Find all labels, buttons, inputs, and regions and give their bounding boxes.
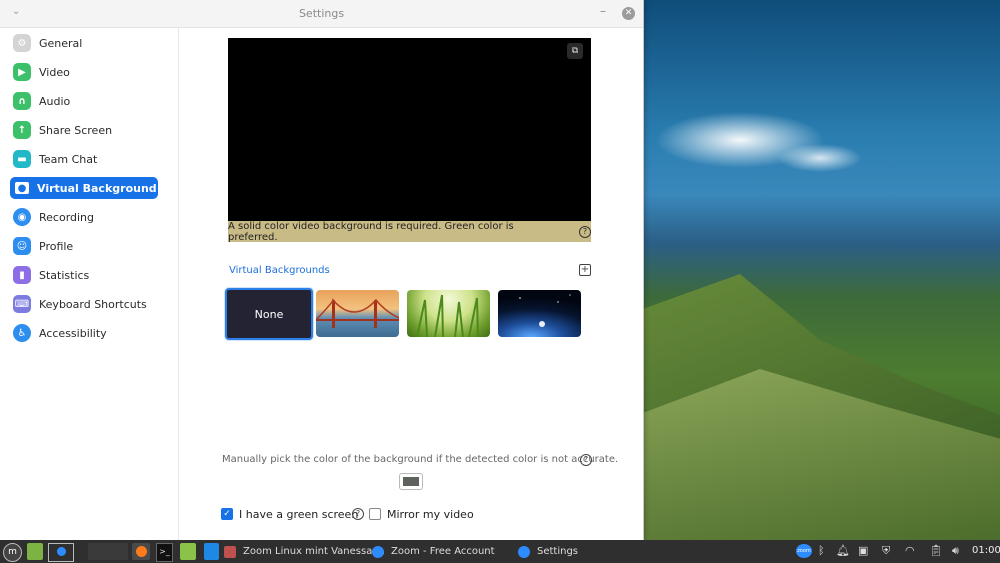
video-preview: ⧉	[228, 38, 591, 221]
background-golden-gate[interactable]	[316, 290, 399, 337]
bluetooth-icon[interactable]: ᛒ	[818, 544, 825, 559]
sidebar-item-team-chat[interactable]: ▬ Team Chat	[10, 148, 158, 170]
sidebar-item-accessibility[interactable]: ♿ Accessibility	[10, 322, 158, 344]
taskbar-app-label: Settings	[537, 546, 579, 557]
taskbar-app-zoom-meeting[interactable]: Zoom Linux mint Vanessa ...	[224, 543, 385, 560]
switch-camera-icon[interactable]: ⧉	[567, 43, 583, 59]
headphones-icon: ∩	[13, 92, 31, 110]
notice-text: A solid color video background is requir…	[228, 220, 514, 243]
accessibility-icon: ♿	[13, 324, 31, 342]
firefox-launcher[interactable]	[132, 543, 150, 560]
zoom-icon	[372, 545, 384, 558]
notification-bell-icon[interactable]: 🔔︎	[836, 544, 850, 559]
settings-sidebar: ⚙ General ▶ Video ∩ Audio ↑ Share Screen…	[0, 28, 179, 540]
green-screen-checkbox[interactable]: ✓	[221, 508, 233, 520]
files-icon[interactable]	[180, 543, 196, 560]
sidebar-item-share-screen[interactable]: ↑ Share Screen	[10, 119, 158, 141]
taskbar-app-settings[interactable]: Settings	[518, 543, 578, 560]
bridge-image	[316, 298, 399, 328]
sidebar-item-keyboard-shortcuts[interactable]: ⌨ Keyboard Shortcuts	[10, 293, 158, 315]
background-none-label: None	[254, 307, 284, 321]
grass-image	[416, 294, 479, 337]
sidebar-item-label: Recording	[39, 210, 95, 224]
workspace-area[interactable]	[88, 543, 128, 560]
mirror-video-checkbox[interactable]	[369, 508, 381, 520]
text-editor-icon[interactable]	[204, 543, 219, 560]
help-icon[interactable]: ?	[352, 508, 364, 520]
background-color-picker[interactable]	[399, 473, 423, 490]
sidebar-item-label: General	[39, 36, 83, 50]
gear-icon: ⚙	[13, 34, 31, 52]
settings-content: ⧉ A solid color video background is requ…	[179, 28, 643, 540]
sidebar-item-label: Share Screen	[39, 123, 113, 137]
title-bar: ⌄ Settings – ✕	[0, 0, 643, 28]
add-background-button[interactable]: +	[579, 264, 591, 276]
virtual-backgrounds-label: Virtual Backgrounds	[229, 265, 330, 276]
taskbar-app-zoom[interactable]: Zoom - Free Account	[372, 543, 495, 560]
mint-menu-icon[interactable]: m	[3, 543, 22, 562]
zoom-tray-icon[interactable]: zoom	[796, 544, 812, 558]
picked-color-swatch	[403, 477, 419, 486]
firefox-icon	[135, 546, 147, 557]
background-none[interactable]: None	[225, 288, 313, 340]
sidebar-item-label: Keyboard Shortcuts	[39, 297, 147, 311]
wifi-icon[interactable]: ◠	[905, 544, 915, 559]
background-grass[interactable]	[407, 290, 490, 337]
taskbar-app-label: Zoom Linux mint Vanessa ...	[243, 546, 386, 557]
workspace-switcher[interactable]	[48, 543, 74, 562]
sidebar-item-label: Video	[39, 65, 70, 79]
sidebar-item-audio[interactable]: ∩ Audio	[10, 90, 158, 112]
update-manager-icon[interactable]: ▣	[858, 544, 868, 559]
window-icon	[224, 545, 236, 558]
person-icon: ☺	[13, 237, 31, 255]
shield-icon[interactable]: ⛨	[882, 544, 890, 559]
earth-image	[519, 294, 571, 327]
sidebar-item-profile[interactable]: ☺ Profile	[10, 235, 158, 257]
zoom-icon	[56, 547, 66, 556]
settings-window: ⌄ Settings – ✕ ⚙ General ▶ Video ∩ Audio…	[0, 0, 644, 540]
help-icon[interactable]: ?	[579, 225, 591, 238]
clock[interactable]: 01:00	[972, 545, 1000, 556]
volume-icon[interactable]: 🔊︎	[952, 544, 959, 559]
terminal-icon[interactable]: >_	[156, 543, 173, 562]
zoom-icon	[518, 545, 530, 558]
sidebar-item-video[interactable]: ▶ Video	[10, 61, 158, 83]
manual-pick-text: Manually pick the color of the backgroun…	[222, 454, 619, 465]
taskbar-app-label: Zoom - Free Account	[391, 546, 495, 557]
sidebar-item-label: Accessibility	[39, 326, 107, 340]
mirror-video-label: Mirror my video	[387, 508, 474, 521]
minimize-button[interactable]: –	[600, 4, 606, 18]
window-title: Settings	[298, 7, 345, 20]
green-screen-notice: A solid color video background is requir…	[228, 220, 591, 243]
sidebar-item-virtual-background[interactable]: ● Virtual Background	[10, 177, 158, 199]
bar-chart-icon: ▮	[13, 266, 31, 284]
sidebar-item-statistics[interactable]: ▮ Statistics	[10, 264, 158, 286]
share-screen-icon: ↑	[13, 121, 31, 139]
close-button[interactable]: ✕	[622, 7, 635, 20]
sidebar-item-label: Virtual Background	[37, 181, 157, 195]
sidebar-item-recording[interactable]: ◉ Recording	[10, 206, 158, 228]
person-card-icon: ●	[15, 182, 29, 194]
keyboard-icon: ⌨	[13, 295, 31, 313]
video-camera-icon: ▶	[13, 63, 31, 81]
sidebar-item-label: Statistics	[39, 268, 90, 282]
clipboard-icon[interactable]: 📋︎	[929, 544, 943, 559]
background-earth[interactable]	[498, 290, 581, 337]
green-screen-label: I have a green screen	[239, 508, 359, 521]
record-icon: ◉	[13, 208, 31, 226]
chat-bubble-icon: ▬	[13, 150, 31, 168]
sidebar-item-label: Profile	[39, 239, 74, 253]
sidebar-item-label: Audio	[39, 94, 71, 108]
sidebar-item-label: Team Chat	[39, 152, 98, 166]
help-icon[interactable]: ?	[580, 454, 592, 466]
show-desktop-icon[interactable]	[27, 543, 43, 560]
sidebar-item-general[interactable]: ⚙ General	[10, 32, 158, 54]
taskbar: m >_ Zoom Linux mint Vanessa ... Zoom - …	[0, 540, 1000, 563]
